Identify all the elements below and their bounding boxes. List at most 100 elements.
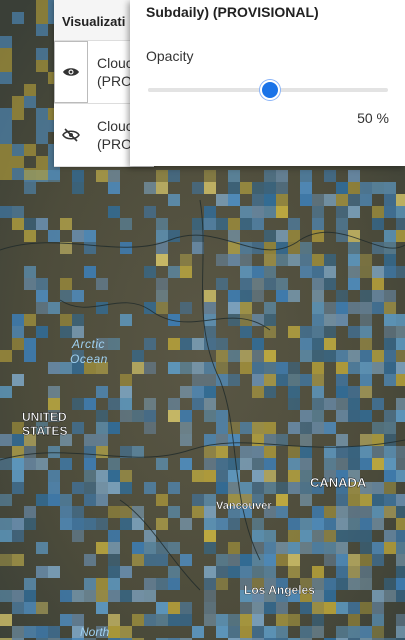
cloud-tile xyxy=(336,518,348,530)
cloud-tile xyxy=(36,494,48,506)
cloud-tile xyxy=(204,470,216,482)
cloud-tile xyxy=(216,518,228,530)
cloud-tile xyxy=(96,386,108,398)
cloud-tile xyxy=(144,398,156,410)
cloud-tile xyxy=(72,518,84,530)
cloud-tile xyxy=(24,350,36,362)
cloud-tile xyxy=(336,446,348,458)
cloud-tile xyxy=(72,506,84,518)
cloud-tile xyxy=(36,602,48,614)
cloud-tile xyxy=(84,482,96,494)
cloud-tile xyxy=(240,290,252,302)
cloud-tile xyxy=(0,108,12,120)
cloud-tile xyxy=(264,566,276,578)
cloud-tile xyxy=(84,458,96,470)
cloud-tile xyxy=(312,230,324,242)
cloud-tile xyxy=(228,626,240,638)
cloud-tile xyxy=(240,278,252,290)
cloud-tile xyxy=(144,542,156,554)
cloud-tile xyxy=(36,24,48,36)
cloud-tile xyxy=(48,302,60,314)
cloud-tile xyxy=(252,566,264,578)
cloud-tile xyxy=(336,302,348,314)
cloud-tile xyxy=(0,60,12,72)
cloud-tile xyxy=(108,578,120,590)
cloud-tile xyxy=(252,542,264,554)
cloud-tile xyxy=(372,350,384,362)
cloud-tile xyxy=(360,290,372,302)
cloud-tile xyxy=(156,494,168,506)
cloud-tile xyxy=(180,302,192,314)
cloud-tile xyxy=(252,458,264,470)
cloud-tile xyxy=(132,506,144,518)
cloud-tile xyxy=(168,566,180,578)
cloud-tile xyxy=(360,302,372,314)
cloud-tile xyxy=(276,254,288,266)
cloud-tile xyxy=(60,278,72,290)
cloud-tile xyxy=(12,218,24,230)
cloud-tile xyxy=(336,554,348,566)
cloud-tile xyxy=(156,554,168,566)
cloud-tile xyxy=(228,254,240,266)
cloud-tile xyxy=(384,578,396,590)
cloud-tile xyxy=(228,170,240,182)
cloud-tile xyxy=(396,506,405,518)
cloud-tile xyxy=(336,458,348,470)
cloud-tile xyxy=(108,482,120,494)
cloud-tile xyxy=(384,314,396,326)
cloud-tile xyxy=(396,374,405,386)
cloud-tile xyxy=(12,602,24,614)
cloud-tile xyxy=(228,182,240,194)
cloud-tile xyxy=(312,398,324,410)
cloud-tile xyxy=(96,422,108,434)
opacity-value: 50 % xyxy=(357,110,389,126)
cloud-tile xyxy=(396,446,405,458)
cloud-tile xyxy=(216,410,228,422)
cloud-tile xyxy=(312,386,324,398)
cloud-tile xyxy=(276,206,288,218)
cloud-tile xyxy=(228,614,240,626)
cloud-tile xyxy=(36,542,48,554)
cloud-tile xyxy=(396,494,405,506)
cloud-tile xyxy=(372,362,384,374)
cloud-tile xyxy=(228,518,240,530)
cloud-tile xyxy=(384,302,396,314)
cloud-tile xyxy=(180,614,192,626)
cloud-tile xyxy=(252,422,264,434)
cloud-tile xyxy=(204,398,216,410)
cloud-tile xyxy=(264,350,276,362)
cloud-tile xyxy=(24,578,36,590)
cloud-tile xyxy=(264,242,276,254)
cloud-tile xyxy=(396,542,405,554)
cloud-tile xyxy=(216,362,228,374)
cloud-tile xyxy=(60,326,72,338)
cloud-tile xyxy=(252,218,264,230)
cloud-tile xyxy=(156,290,168,302)
opacity-slider[interactable] xyxy=(148,80,388,100)
eye-icon[interactable] xyxy=(54,41,88,103)
cloud-tile xyxy=(324,602,336,614)
cloud-tile xyxy=(300,602,312,614)
cloud-tile xyxy=(168,578,180,590)
cloud-tile xyxy=(336,350,348,362)
cloud-tile xyxy=(216,218,228,230)
cloud-tile xyxy=(192,242,204,254)
cloud-tile xyxy=(288,230,300,242)
opacity-slider-thumb[interactable] xyxy=(260,80,280,100)
cloud-tile xyxy=(300,194,312,206)
eye-slash-icon[interactable] xyxy=(54,104,88,166)
cloud-tile xyxy=(360,494,372,506)
cloud-tile xyxy=(24,314,36,326)
cloud-tile xyxy=(24,518,36,530)
cloud-tile xyxy=(120,386,132,398)
cloud-tile xyxy=(108,458,120,470)
cloud-tile xyxy=(324,266,336,278)
cloud-tile xyxy=(120,242,132,254)
cloud-tile xyxy=(336,530,348,542)
cloud-tile xyxy=(72,482,84,494)
cloud-tile xyxy=(348,242,360,254)
cloud-tile xyxy=(0,120,12,132)
cloud-tile xyxy=(24,182,36,194)
cloud-tile xyxy=(288,530,300,542)
cloud-tile xyxy=(300,374,312,386)
